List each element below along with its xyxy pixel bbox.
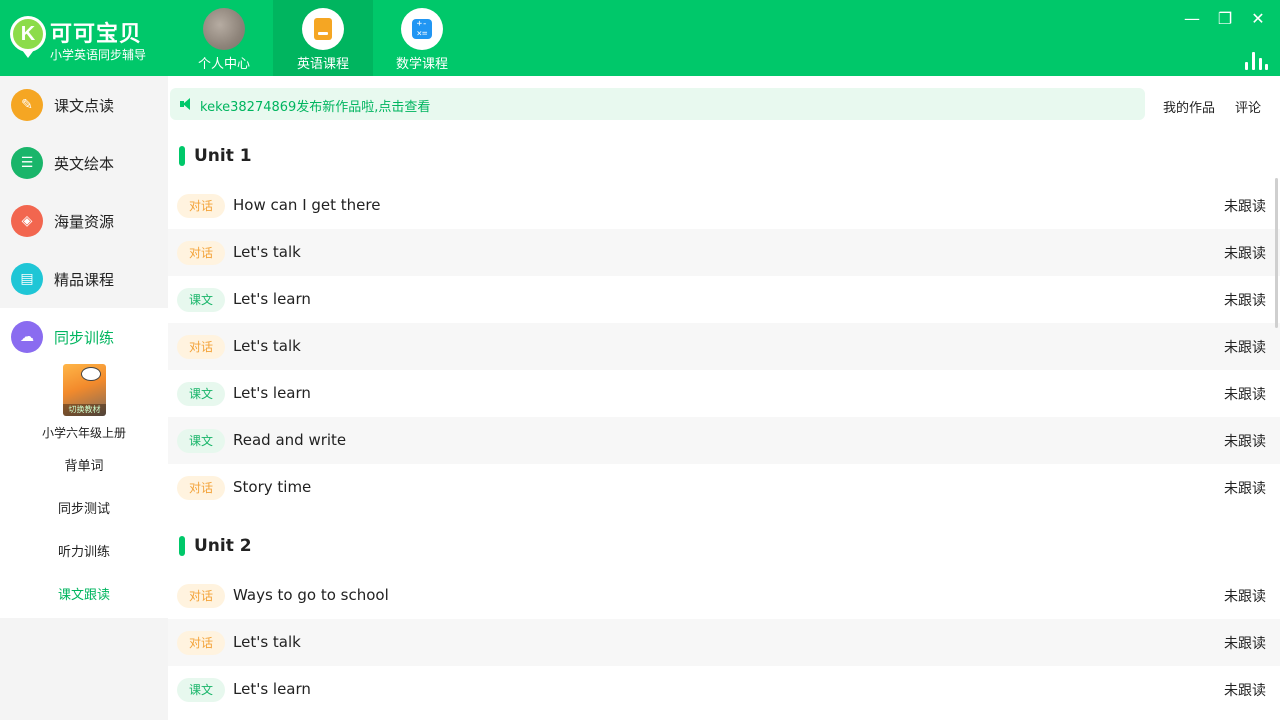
unit-title: Unit 2	[194, 536, 252, 556]
sidebar-item-label: 课文点读	[54, 97, 115, 115]
lesson-tag: 对话	[177, 584, 225, 608]
chat-icon: ▤	[11, 263, 43, 295]
sub-item-follow-reading[interactable]: 课文跟读	[0, 584, 168, 603]
lesson-title: How can I get there	[233, 196, 381, 214]
lesson-tag: 课文	[177, 678, 225, 702]
lesson-status: 未跟读	[1224, 293, 1266, 309]
lesson-tag: 对话	[177, 335, 225, 359]
lesson-title: Ways to go to school	[233, 586, 389, 604]
lesson-title: Let's learn	[233, 384, 311, 402]
unit-marker	[179, 146, 185, 166]
sync-training-panel: ☁ 同步训练 切换教材 小学六年级上册 背单词 同步测试 听力训练 课文跟读	[0, 308, 168, 618]
lesson-row[interactable]: 课文 Let's learn 未跟读	[168, 666, 1280, 713]
switch-textbook-label: 切换教材	[63, 404, 106, 416]
speech-bubble-icon	[81, 367, 101, 381]
sidebar-item-label: 同步训练	[54, 329, 115, 347]
app-subtitle: 小学英语同步辅导	[50, 48, 147, 62]
calculator-icon: +- ×=	[401, 8, 443, 50]
lesson-status: 未跟读	[1224, 589, 1266, 605]
lesson-tag: 课文	[177, 429, 225, 453]
sidebar-item-sync-training[interactable]: ☁ 同步训练	[0, 308, 168, 366]
sidebar-item-label: 精品课程	[54, 271, 115, 289]
lesson-row[interactable]: 对话 How can I get there 未跟读	[168, 182, 1280, 229]
my-works-link[interactable]: 我的作品	[1163, 97, 1215, 116]
lesson-status: 未跟读	[1224, 199, 1266, 215]
comments-link[interactable]: 评论	[1235, 97, 1261, 116]
sub-item-vocabulary[interactable]: 背单词	[0, 455, 168, 474]
lesson-status: 未跟读	[1224, 340, 1266, 356]
lesson-tag: 对话	[177, 476, 225, 500]
unit-marker	[179, 536, 185, 556]
title-bar: 可可宝贝 小学英语同步辅导 个人中心 英语课程 +-×= 数学课程 — ❐ ✕	[0, 0, 1280, 76]
textbook-cover[interactable]: 切换教材	[63, 364, 106, 416]
lesson-status: 未跟读	[1224, 246, 1266, 262]
sidebar-item-text-reading[interactable]: ✎ 课文点读	[0, 76, 168, 134]
notice-text: keke38274869发布新作品啦,点击查看	[200, 100, 431, 115]
lesson-status: 未跟读	[1224, 387, 1266, 403]
lesson-row[interactable]: 对话 Ways to go to school 未跟读	[168, 572, 1280, 619]
lesson-row[interactable]: 课文 Let's learn 未跟读	[168, 276, 1280, 323]
lesson-tag: 对话	[177, 194, 225, 218]
lesson-title: Let's talk	[233, 633, 301, 651]
sidebar-item-resources[interactable]: ◈ 海量资源	[0, 192, 168, 250]
lesson-title: Let's learn	[233, 680, 311, 698]
tab-label: 英语课程	[296, 57, 349, 72]
lesson-title: Story time	[233, 478, 312, 496]
sub-item-sync-test[interactable]: 同步测试	[0, 498, 168, 517]
avatar-icon	[203, 8, 245, 50]
tab-label: 数学课程	[395, 57, 448, 72]
lesson-status: 未跟读	[1224, 434, 1266, 450]
lesson-row[interactable]: 对话 Let's talk 未跟读	[168, 619, 1280, 666]
unit-header: Unit 2	[168, 522, 1268, 562]
lesson-title: Read and write	[233, 431, 347, 449]
app-title: 可可宝贝	[50, 22, 143, 47]
lesson-row[interactable]: 对话 Let's talk 未跟读	[168, 229, 1280, 276]
lesson-title: Let's talk	[233, 243, 301, 261]
read-icon: ✎	[11, 89, 43, 121]
main-content: keke38274869发布新作品啦,点击查看 我的作品 评论 Unit 1 对…	[168, 76, 1280, 720]
lesson-row[interactable]: 课文 Read and write 未跟读	[168, 417, 1280, 464]
close-button[interactable]: ✕	[1246, 8, 1270, 32]
speaker-icon	[180, 98, 192, 110]
notice-banner[interactable]: keke38274869发布新作品啦,点击查看	[170, 88, 1145, 120]
unit-title: Unit 1	[194, 146, 252, 166]
layers-icon: ◈	[11, 205, 43, 237]
tab-math-course[interactable]: +- ×= 数学课程	[372, 0, 472, 76]
sidebar-item-label: 英文绘本	[54, 155, 115, 173]
lesson-tag: 课文	[177, 382, 225, 406]
lesson-status: 未跟读	[1224, 683, 1266, 699]
book-icon: ☰	[11, 147, 43, 179]
sidebar-item-premium-courses[interactable]: ▤ 精品课程	[0, 250, 168, 308]
lesson-status: 未跟读	[1224, 636, 1266, 652]
lesson-row[interactable]: 对话 Let's talk 未跟读	[168, 323, 1280, 370]
textbook-grade: 小学六年级上册	[41, 426, 126, 440]
unit-header: Unit 1	[168, 132, 1268, 172]
sub-item-listening[interactable]: 听力训练	[0, 541, 168, 560]
tab-english-course[interactable]: 英语课程	[273, 0, 373, 76]
lesson-title: Let's talk	[233, 337, 301, 355]
signal-bars-icon[interactable]	[1243, 48, 1269, 70]
lesson-list[interactable]: Unit 1 对话 How can I get there 未跟读 对话 Let…	[168, 132, 1280, 720]
logo-pin-icon	[22, 50, 34, 58]
app-window: 可可宝贝 小学英语同步辅导 个人中心 英语课程 +-×= 数学课程 — ❐ ✕ …	[0, 0, 1280, 720]
sidebar-item-picture-books[interactable]: ☰ 英文绘本	[0, 134, 168, 192]
lesson-tag: 对话	[177, 241, 225, 265]
sidebar: ✎ 课文点读 ☰ 英文绘本 ◈ 海量资源 ▤ 精品课程 ☁ 同步训练 切换教材 …	[0, 76, 168, 720]
lesson-tag: 对话	[177, 631, 225, 655]
logo-badge-icon	[10, 16, 46, 52]
cloud-icon: ☁	[11, 321, 43, 353]
lesson-row[interactable]: 课文 Let's learn 未跟读	[168, 370, 1280, 417]
tab-label: 个人中心	[197, 57, 250, 72]
sidebar-item-label: 海量资源	[54, 213, 115, 231]
minimize-button[interactable]: —	[1180, 8, 1204, 32]
lesson-status: 未跟读	[1224, 481, 1266, 497]
book-icon	[302, 8, 344, 50]
lesson-title: Let's learn	[233, 290, 311, 308]
scrollbar[interactable]	[1275, 178, 1278, 328]
lesson-tag: 课文	[177, 288, 225, 312]
lesson-row[interactable]: 对话 Story time 未跟读	[168, 464, 1280, 511]
app-logo: 可可宝贝 小学英语同步辅导	[10, 14, 160, 64]
restore-button[interactable]: ❐	[1213, 8, 1237, 32]
tab-personal-center[interactable]: 个人中心	[174, 0, 274, 76]
